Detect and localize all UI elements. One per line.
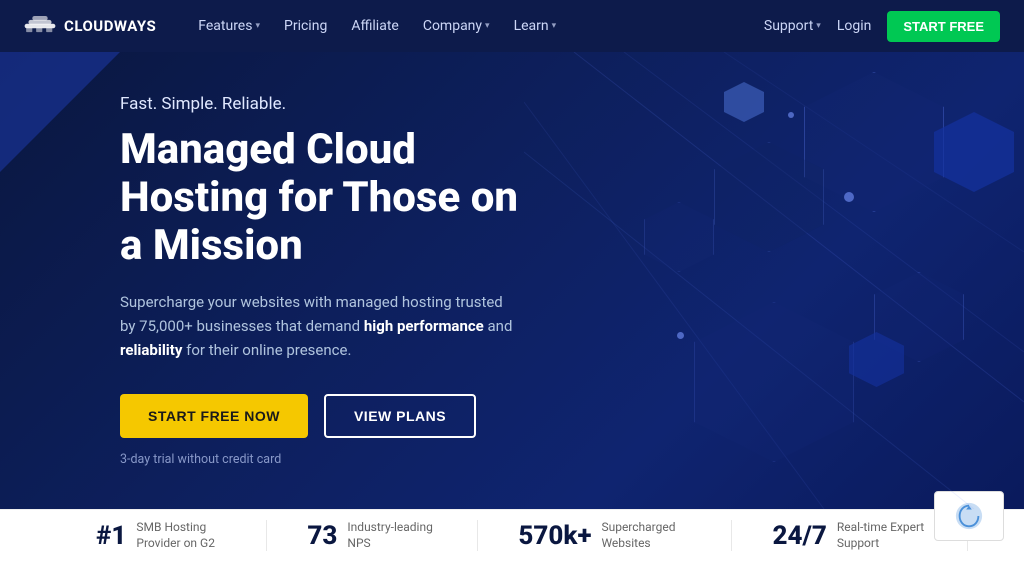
- stat-label: Real-time Expert Support: [837, 520, 927, 551]
- chevron-down-icon: ▾: [485, 21, 490, 31]
- stat-item-websites: 570k+ Supercharged Websites: [478, 520, 732, 551]
- stat-label: Supercharged Websites: [601, 520, 691, 551]
- stat-item-support: 24/7 Real-time Expert Support: [732, 520, 967, 551]
- stat-label: SMB Hosting Provider on G2: [136, 520, 226, 551]
- nav-right-actions: Support ▾ Login START FREE: [764, 11, 1000, 42]
- nav-links: Features ▾ Pricing Affiliate Company ▾ L…: [188, 12, 764, 40]
- trial-note: 3-day trial without credit card: [120, 452, 520, 467]
- dot-decoration: [677, 332, 684, 339]
- hero-graphics: [524, 52, 1024, 509]
- chevron-down-icon: ▾: [255, 21, 260, 31]
- hero-subtitle: Fast. Simple. Reliable.: [120, 94, 520, 114]
- stat-number: 24/7: [772, 521, 826, 551]
- stat-number: 73: [307, 521, 337, 551]
- navbar: CLOUDWAYS Features ▾ Pricing Affiliate C…: [0, 0, 1024, 52]
- view-plans-button[interactable]: VIEW PLANS: [324, 394, 476, 438]
- start-free-now-button[interactable]: START FREE NOW: [120, 394, 308, 438]
- nav-company[interactable]: Company ▾: [413, 12, 500, 40]
- hex-decorations: [524, 52, 1024, 509]
- stat-number: #1: [96, 521, 126, 551]
- stat-number: 570k+: [518, 521, 591, 551]
- nav-support[interactable]: Support ▾: [764, 18, 821, 34]
- hero-content: Fast. Simple. Reliable. Managed Cloud Ho…: [0, 94, 580, 468]
- hero-description: Supercharge your websites with managed h…: [120, 290, 520, 362]
- logo[interactable]: CLOUDWAYS: [24, 16, 156, 36]
- nav-start-free-button[interactable]: START FREE: [887, 11, 1000, 42]
- hero-cta-buttons: START FREE NOW VIEW PLANS: [120, 394, 520, 438]
- chevron-down-icon: ▾: [552, 21, 557, 31]
- stat-item-rank: #1 SMB Hosting Provider on G2: [56, 520, 267, 551]
- hero-section: Fast. Simple. Reliable. Managed Cloud Ho…: [0, 52, 1024, 509]
- nav-affiliate[interactable]: Affiliate: [341, 12, 409, 40]
- brand-name: CLOUDWAYS: [64, 17, 156, 35]
- stats-bar: #1 SMB Hosting Provider on G2 73 Industr…: [0, 509, 1024, 561]
- nav-login[interactable]: Login: [837, 18, 872, 34]
- dot-decoration: [788, 112, 794, 118]
- nav-features[interactable]: Features ▾: [188, 12, 270, 40]
- cloudways-logo-icon: [24, 16, 56, 36]
- chevron-down-icon: ▾: [816, 21, 821, 31]
- dot-decoration: [844, 192, 854, 202]
- stat-item-nps: 73 Industry-leading NPS: [267, 520, 478, 551]
- hero-title: Managed Cloud Hosting for Those on a Mis…: [120, 126, 520, 271]
- nav-learn[interactable]: Learn ▾: [504, 12, 567, 40]
- stat-label: Industry-leading NPS: [347, 520, 437, 551]
- nav-pricing[interactable]: Pricing: [274, 12, 337, 40]
